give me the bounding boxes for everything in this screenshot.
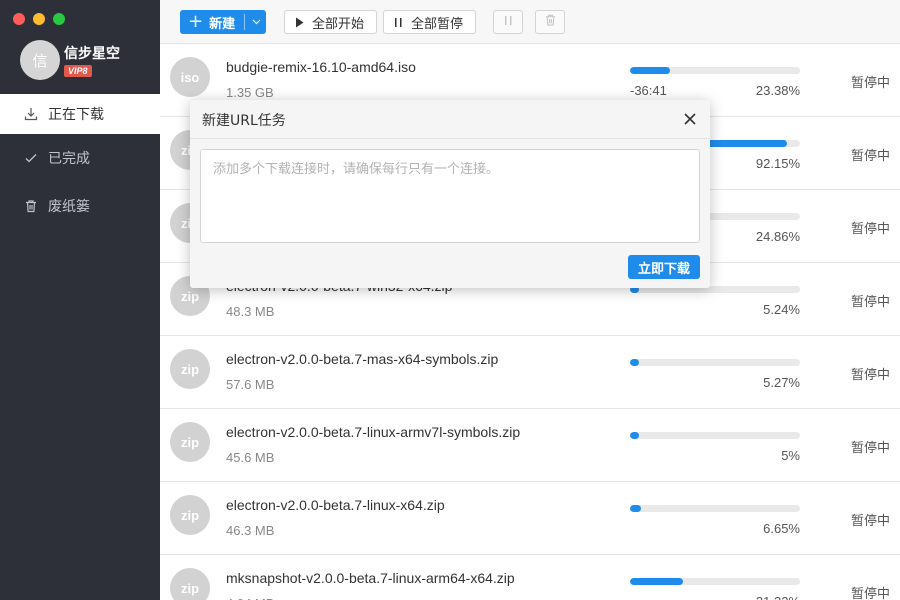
progress-bar — [630, 432, 800, 439]
dialog-title: 新建URL任务 — [202, 113, 286, 129]
task-status: 暂停中 — [850, 441, 890, 456]
sidebar-item-completed[interactable]: 已完成 — [0, 134, 160, 182]
task-status: 暂停中 — [850, 149, 890, 164]
progress-percent: 5% — [781, 448, 800, 463]
file-name: electron-v2.0.0-beta.7-linux-armv7l-symb… — [226, 424, 521, 440]
file-size: 4.04 MB — [226, 596, 274, 600]
time-remaining: -36:41 — [630, 83, 667, 98]
file-name: mksnapshot-v2.0.0-beta.7-linux-arm64-x64… — [226, 570, 515, 586]
progress-percent: 31.32% — [756, 594, 800, 600]
url-input[interactable] — [200, 149, 700, 243]
file-size: 57.6 MB — [226, 377, 275, 392]
progress-fill — [630, 578, 684, 585]
task-row[interactable]: zip electron-v2.0.0-beta.7-mas-x64-symbol… — [160, 336, 900, 409]
progress-fill — [630, 432, 639, 439]
progress-percent: 92.15% — [755, 156, 800, 171]
task-row[interactable]: zip electron-v2.0.0-beta.7-linux-armv7l-s… — [160, 409, 900, 482]
progress-percent: 5.24% — [763, 302, 800, 317]
progress-percent: 6.65% — [763, 521, 800, 536]
task-row[interactable]: zip electron-v2.0.0-beta.7-linux-x64.zip 4… — [160, 482, 900, 555]
pause-icon — [394, 17, 403, 28]
task-status: 暂停中 — [850, 295, 890, 310]
new-task-label: 新建 — [209, 16, 236, 32]
progress-percent: 23.38% — [755, 83, 800, 98]
file-type-icon: zip — [170, 568, 210, 600]
dialog-divider — [190, 138, 710, 139]
progress-bar — [630, 359, 800, 366]
file-size: 45.6 MB — [226, 450, 275, 465]
file-type-icon: zip — [170, 422, 210, 462]
download-now-button[interactable]: 立即下载 — [628, 255, 700, 279]
file-name: budgie-remix-16.10-amd64.iso — [226, 59, 416, 75]
close-window-button[interactable] — [13, 13, 25, 25]
sidebar: 信 信步星空 VIP8 正在下载 已完成 废纸篓 — [0, 0, 160, 600]
sidebar-item-trash[interactable]: 废纸篓 — [0, 182, 160, 230]
sidebar-item-downloading[interactable]: 正在下载 — [0, 94, 160, 134]
trash-icon — [544, 13, 557, 32]
progress-percent: 5.27% — [763, 375, 800, 390]
plus-icon: + — [188, 11, 204, 32]
start-all-button[interactable]: 全部开始 — [284, 10, 377, 34]
trash-icon — [24, 199, 38, 213]
file-size: 48.3 MB — [226, 304, 275, 319]
sidebar-item-label: 废纸篓 — [48, 199, 90, 215]
progress-fill — [630, 67, 670, 74]
progress-percent: 24.86% — [755, 229, 800, 244]
sidebar-item-label: 已完成 — [48, 151, 90, 167]
pause-selected-button[interactable] — [493, 10, 523, 34]
task-status: 暂停中 — [850, 222, 890, 237]
zoom-window-button[interactable] — [53, 13, 65, 25]
check-icon — [24, 151, 38, 165]
task-status: 暂停中 — [850, 514, 890, 529]
progress-bar — [630, 578, 800, 585]
window-controls — [13, 13, 65, 25]
progress-bar — [630, 67, 800, 74]
file-name: electron-v2.0.0-beta.7-mas-x64-symbols.z… — [226, 351, 499, 367]
chevron-down-icon[interactable] — [250, 14, 262, 30]
file-size: 1.35 GB — [226, 85, 274, 100]
close-icon[interactable] — [682, 111, 698, 127]
button-divider — [244, 14, 245, 30]
progress-fill — [630, 359, 639, 366]
sidebar-item-label: 正在下载 — [48, 107, 104, 123]
toolbar: + 新建 全部开始 全部暂停 — [160, 0, 900, 44]
download-icon — [24, 107, 38, 121]
new-url-task-dialog: 新建URL任务 立即下载 — [190, 100, 710, 288]
progress-bar — [630, 505, 800, 512]
pause-all-label: 全部暂停 — [411, 16, 464, 32]
user-profile[interactable]: 信 信步星空 VIP8 — [20, 40, 120, 80]
sidebar-nav: 正在下载 已完成 废纸篓 — [0, 94, 160, 230]
task-status: 暂停中 — [850, 76, 890, 91]
file-type-icon: zip — [170, 495, 210, 535]
file-size: 46.3 MB — [226, 523, 275, 538]
minimize-window-button[interactable] — [33, 13, 45, 25]
delete-selected-button[interactable] — [535, 10, 565, 34]
play-icon — [295, 17, 304, 28]
progress-fill — [630, 505, 642, 512]
file-type-icon: zip — [170, 349, 210, 389]
task-status: 暂停中 — [850, 587, 890, 600]
avatar[interactable]: 信 — [20, 40, 60, 80]
start-all-label: 全部开始 — [312, 16, 365, 32]
pause-icon — [504, 13, 513, 31]
new-task-button[interactable]: + 新建 — [180, 10, 266, 34]
file-name: electron-v2.0.0-beta.7-linux-x64.zip — [226, 497, 445, 513]
vip-badge: VIP8 — [64, 64, 92, 77]
pause-all-button[interactable]: 全部暂停 — [383, 10, 476, 34]
username: 信步星空 — [64, 45, 120, 62]
file-type-icon: iso — [170, 57, 210, 97]
task-status: 暂停中 — [850, 368, 890, 383]
task-row[interactable]: zip mksnapshot-v2.0.0-beta.7-linux-arm64-… — [160, 555, 900, 600]
